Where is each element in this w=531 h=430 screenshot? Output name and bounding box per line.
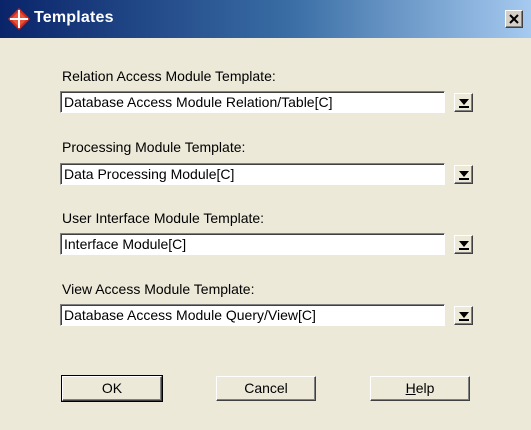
close-button[interactable]	[505, 10, 523, 28]
chevron-down-icon	[459, 171, 469, 177]
dropdown-bar-icon	[459, 248, 469, 250]
title-bar[interactable]: Templates	[0, 0, 531, 38]
processing-module-combo[interactable]: Data Processing Module[C]	[60, 163, 445, 185]
chevron-down-icon	[459, 99, 469, 105]
processing-module-dropdown-button[interactable]	[454, 165, 473, 184]
user-interface-dropdown-button[interactable]	[454, 235, 473, 254]
ok-button[interactable]: OK	[61, 375, 163, 402]
help-mnemonic: H	[405, 380, 416, 396]
chevron-down-icon	[459, 312, 469, 318]
dropdown-bar-icon	[459, 178, 469, 180]
user-interface-combo[interactable]: Interface Module[C]	[60, 233, 445, 255]
help-label-rest: elp	[415, 380, 435, 396]
view-access-combo[interactable]: Database Access Module Query/View[C]	[60, 304, 445, 326]
user-interface-label: User Interface Module Template:	[62, 210, 265, 226]
app-diamond-icon	[8, 8, 30, 30]
dropdown-bar-icon	[459, 319, 469, 321]
help-button[interactable]: Help	[370, 376, 470, 401]
relation-access-dropdown-button[interactable]	[454, 93, 473, 112]
relation-access-combo[interactable]: Database Access Module Relation/Table[C]	[60, 91, 445, 113]
dropdown-bar-icon	[459, 106, 469, 108]
relation-access-label: Relation Access Module Template:	[62, 68, 276, 84]
close-icon	[509, 14, 519, 24]
cancel-button[interactable]: Cancel	[216, 376, 316, 401]
view-access-dropdown-button[interactable]	[454, 306, 473, 325]
chevron-down-icon	[459, 241, 469, 247]
processing-module-label: Processing Module Template:	[62, 139, 246, 155]
dialog-content: Relation Access Module Template: Databas…	[0, 38, 531, 430]
templates-dialog: Templates Relation Access Module Templat…	[0, 0, 531, 430]
window-title: Templates	[34, 9, 114, 26]
view-access-label: View Access Module Template:	[62, 281, 255, 297]
